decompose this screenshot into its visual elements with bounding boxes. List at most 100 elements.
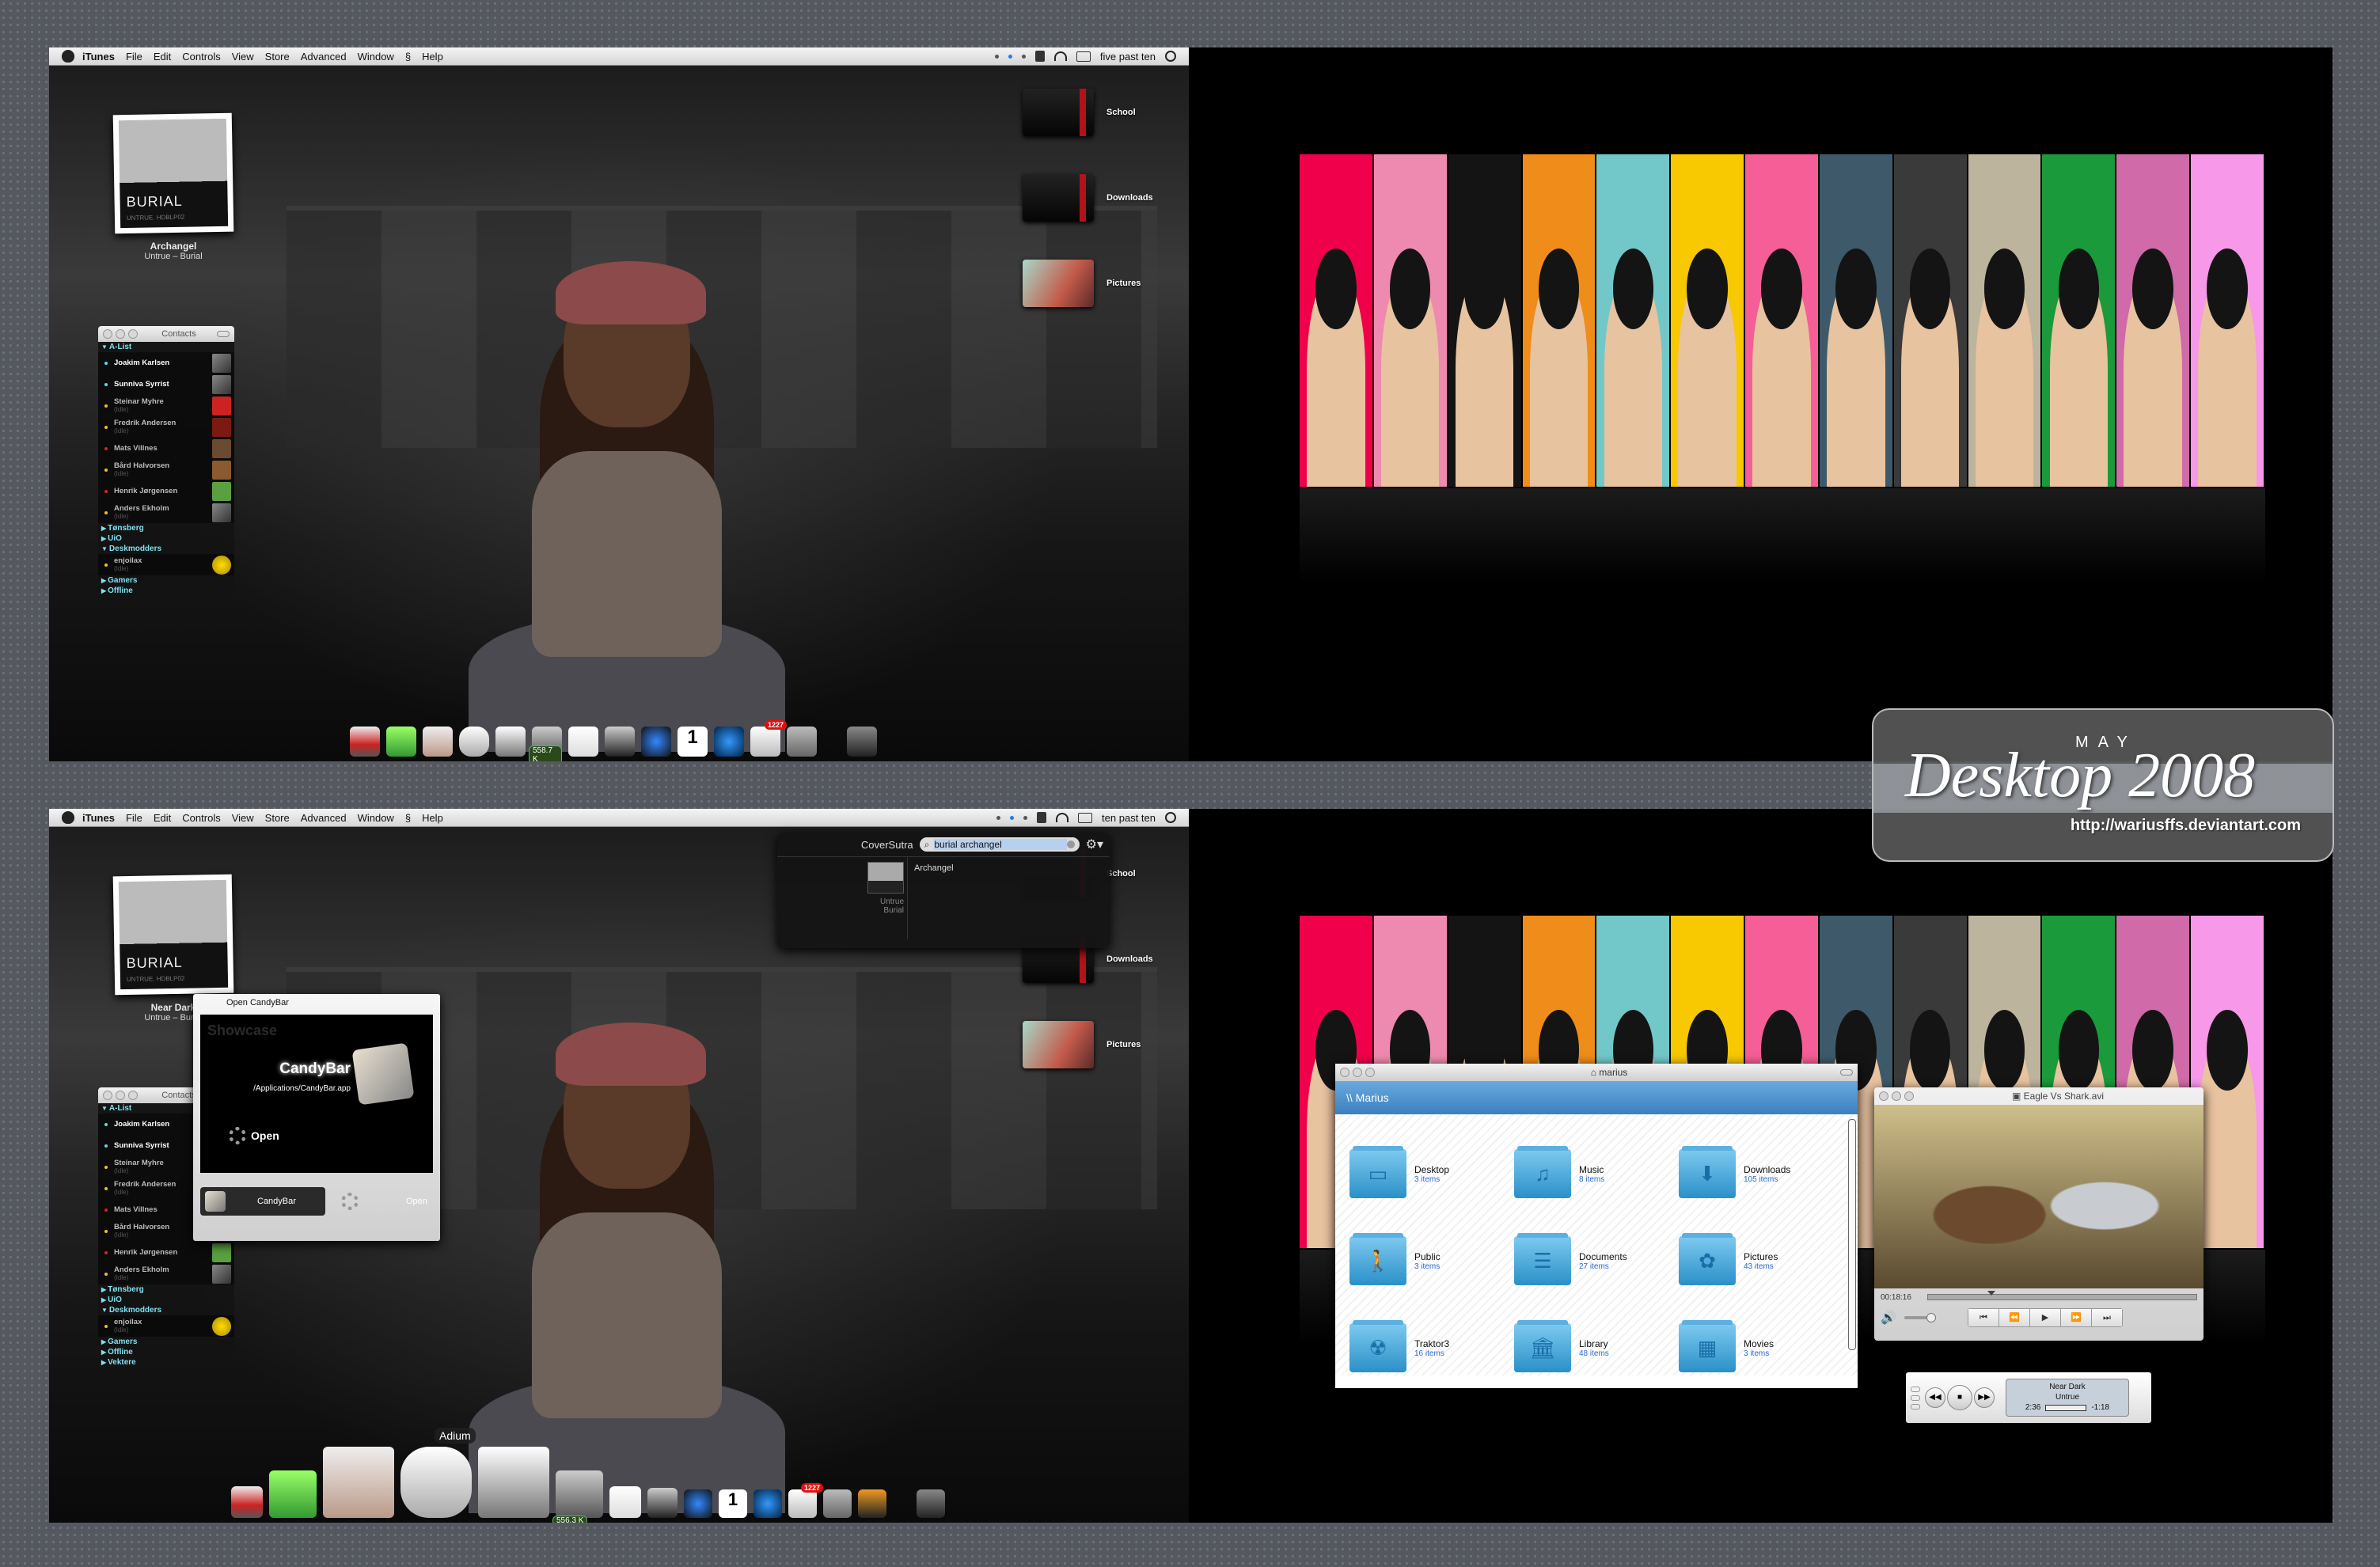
battery-icon[interactable]	[1076, 51, 1091, 62]
rewind-button[interactable]: ⏪	[1999, 1309, 2030, 1326]
menu-advanced[interactable]: Advanced	[301, 51, 347, 63]
skip-forward-button[interactable]: ⏭	[2091, 1309, 2122, 1326]
battery-icon[interactable]	[1078, 812, 1093, 823]
menu-edit[interactable]: Edit	[154, 812, 171, 824]
seek-bar[interactable]	[1926, 1291, 2197, 1300]
player-titlebar[interactable]: ▣ Eagle Vs Shark.avi	[1874, 1087, 2203, 1105]
group-gamers[interactable]: ▶ Gamers	[98, 1337, 234, 1347]
vertical-scrollbar[interactable]	[1848, 1119, 1856, 1350]
dock-item-istat[interactable]: 556.3 K	[552, 1470, 603, 1523]
menu-advanced[interactable]: Advanced	[301, 812, 347, 824]
finder-folder-item[interactable]: 🚶 Public 3 items	[1349, 1217, 1514, 1304]
dock-item-transmit[interactable]	[478, 1447, 549, 1518]
dock-item-camera[interactable]	[714, 727, 744, 757]
menu-window[interactable]: Window	[358, 51, 394, 63]
dock-item-daft-punk[interactable]	[231, 1486, 263, 1518]
space-dot-active-icon[interactable]	[1008, 54, 1012, 59]
finder-folder-item[interactable]: ▭ Desktop 3 items	[1349, 1130, 1514, 1217]
group-tonsberg[interactable]: ▶ Tønsberg	[98, 523, 234, 533]
dock-item-ical[interactable]: 1	[719, 1489, 747, 1518]
dock-item-istat[interactable]: 558.7 K	[529, 727, 562, 761]
group-deskmodders[interactable]: ▼ Deskmodders	[98, 1305, 234, 1315]
desktop-folder-school[interactable]: School	[1023, 89, 1136, 136]
dock-item-address-book[interactable]	[609, 1486, 641, 1518]
coversutra-menu-icon[interactable]	[1037, 812, 1047, 823]
apple-menu-icon[interactable]	[62, 50, 74, 63]
menu-edit[interactable]: Edit	[154, 51, 171, 63]
menu-app[interactable]: iTunes	[82, 51, 115, 63]
finder-folder-item[interactable]: 🏛 Library 48 items	[1514, 1304, 1679, 1391]
finder-folder-item[interactable]: ⬇ Downloads 105 items	[1679, 1130, 1843, 1217]
zoom-button[interactable]	[1904, 1091, 1914, 1101]
script-menu-icon[interactable]: §	[405, 812, 411, 824]
menu-help[interactable]: Help	[422, 812, 443, 824]
toolbar-toggle-button[interactable]	[1840, 1069, 1853, 1076]
dock-item-address-book[interactable]	[568, 727, 598, 757]
contact-item[interactable]: Bård Halvorsen (Idle)	[98, 459, 234, 480]
dock-item-camera[interactable]	[753, 1489, 782, 1518]
menu-window[interactable]: Window	[358, 812, 394, 824]
group-offline[interactable]: ▶ Offline	[98, 586, 234, 596]
dock-item-movie[interactable]	[858, 1489, 886, 1518]
finder-titlebar[interactable]: ⌂ marius	[1335, 1064, 1858, 1081]
group-deskmodders[interactable]: ▼ Deskmodders	[98, 544, 234, 554]
video-frame[interactable]	[1874, 1105, 2203, 1288]
menu-controls[interactable]: Controls	[182, 51, 220, 63]
group-gamers[interactable]: ▶ Gamers	[98, 575, 234, 586]
toolbar-toggle-button[interactable]	[217, 331, 230, 337]
progress-bar[interactable]	[2045, 1404, 2087, 1411]
contact-item[interactable]: Sunniva Syrrist	[98, 374, 234, 395]
dock-item-trash[interactable]	[847, 727, 877, 757]
space-dot-icon[interactable]	[1023, 815, 1028, 820]
finder-folder-item[interactable]: ☢ Traktor3 16 items	[1349, 1304, 1514, 1391]
contact-item[interactable]: Anders Ekholm (Idle)	[98, 1263, 234, 1284]
minimize-button[interactable]	[116, 329, 125, 339]
wifi-icon[interactable]	[1053, 51, 1067, 61]
next-button[interactable]: ▶▶	[1974, 1387, 1995, 1408]
dock-item-endicia[interactable]	[323, 1447, 394, 1518]
menu-app[interactable]: iTunes	[82, 812, 115, 824]
clear-search-icon[interactable]	[1066, 840, 1075, 848]
result-album[interactable]: Untrue Burial	[777, 857, 908, 939]
menu-view[interactable]: View	[232, 51, 254, 63]
minimize-button[interactable]	[116, 1091, 125, 1100]
itunes-menu-icon[interactable]	[1034, 51, 1045, 62]
zoom-button[interactable]	[1911, 1403, 1920, 1410]
previous-button[interactable]: ◀◀	[1925, 1387, 1945, 1408]
group-uio[interactable]: ▶ UiO	[98, 1295, 234, 1305]
menu-help[interactable]: Help	[422, 51, 443, 63]
album-cover[interactable]: BURIAL UNTRUE. HDBLP02	[112, 874, 234, 996]
close-button[interactable]	[1911, 1386, 1920, 1392]
spotlight-icon[interactable]	[1165, 812, 1176, 823]
minimize-button[interactable]	[1353, 1068, 1362, 1077]
contact-item[interactable]: Fredrik Andersen (Idle)	[98, 416, 234, 438]
space-dot-icon[interactable]	[996, 815, 1001, 820]
menu-controls[interactable]: Controls	[182, 812, 220, 824]
group-tonsberg[interactable]: ▶ Tønsberg	[98, 1284, 234, 1295]
script-menu-icon[interactable]: §	[405, 51, 411, 63]
volume-slider[interactable]	[1904, 1313, 1936, 1322]
dock-item-trash[interactable]	[917, 1489, 945, 1518]
contact-item[interactable]: Henrik Jørgensen	[98, 1242, 234, 1263]
clock[interactable]: ten past ten	[1102, 812, 1156, 824]
dock-item-endicia[interactable]	[423, 727, 453, 757]
close-button[interactable]	[103, 1091, 112, 1100]
search-query[interactable]: burial archangel	[934, 839, 1067, 850]
gear-icon[interactable]: ⚙▾	[1086, 837, 1103, 852]
zoom-button[interactable]	[128, 1091, 138, 1100]
dock-item-newsfire[interactable]: 1227	[788, 1483, 823, 1518]
close-button[interactable]	[1879, 1091, 1888, 1101]
apple-menu-icon[interactable]	[62, 811, 74, 824]
space-dot-icon[interactable]	[994, 54, 999, 59]
dock-item-ical[interactable]: 1	[678, 727, 708, 757]
dock-item-daft-punk[interactable]	[350, 727, 380, 757]
play-button[interactable]: ▶	[2029, 1309, 2061, 1326]
menu-store[interactable]: Store	[265, 812, 290, 824]
open-action[interactable]: Open	[229, 1127, 279, 1144]
album-cover[interactable]: BURIAL UNTRUE. HDBLP02	[112, 112, 234, 234]
menu-view[interactable]: View	[232, 812, 254, 824]
volume-knob[interactable]	[1926, 1313, 1936, 1322]
minimize-button[interactable]	[1911, 1394, 1920, 1401]
dock-item-finder[interactable]	[641, 727, 671, 757]
wifi-icon[interactable]	[1056, 813, 1069, 822]
